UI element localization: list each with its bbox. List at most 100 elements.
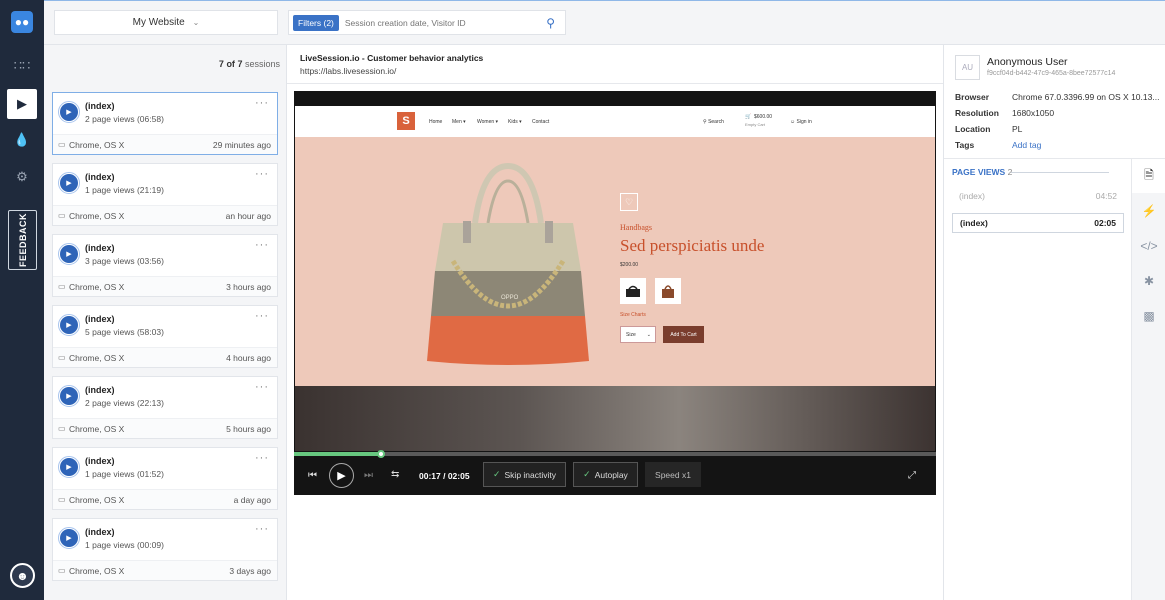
autoplay-toggle[interactable]: ✓ Autoplay — [573, 462, 638, 487]
session-pageviews: 1 page views (01:52) — [85, 469, 164, 479]
visitor-id: f9ccf04d-b442-47c9-465a-8bee72577c14 — [987, 70, 1116, 77]
repeat-icon[interactable]: ⇆ — [391, 469, 399, 480]
recorded-nav-item: Kids ▾ — [508, 119, 522, 125]
filters-button[interactable]: Filters (2) — [293, 14, 339, 31]
grid-icon[interactable]: ∷∷ — [0, 52, 44, 80]
document-icon[interactable]: 🗎 — [1132, 159, 1165, 193]
play-icon[interactable]: ▶ — [58, 527, 80, 549]
recorded-category: Handbags — [620, 223, 652, 232]
session-card[interactable]: ▶ (index) 1 page views (01:52) ··· ▭ Chrome, … — [52, 447, 278, 510]
session-footer: ▭ Chrome, OS X a day ago — [53, 489, 277, 509]
lightning-icon[interactable]: ⚡ — [1132, 194, 1165, 228]
play-button[interactable]: ▶ — [329, 463, 354, 488]
page-view-item[interactable]: (index) 04:52 — [952, 186, 1124, 206]
session-card[interactable]: ▶ (index) 2 page views (22:13) ··· ▭ Chrome, … — [52, 376, 278, 439]
playback-time: 00:17 / 02:05 — [419, 471, 470, 481]
more-icon[interactable]: ··· — [255, 452, 269, 464]
visitor-name: Anonymous User — [987, 56, 1068, 68]
recorded-price: $200.00 — [620, 262, 639, 268]
drop-icon[interactable]: 💧 — [0, 126, 44, 154]
user-icon[interactable]: ☻ — [10, 563, 35, 588]
search-input[interactable] — [344, 17, 535, 28]
player-panel: LiveSession.io - Customer behavior analy… — [287, 45, 943, 600]
voicemail-icon[interactable]: ●● — [11, 11, 33, 33]
monitor-icon: ▭ — [58, 495, 66, 504]
session-pageviews: 2 page views (22:13) — [85, 398, 164, 408]
session-browser: Chrome, OS X — [69, 566, 125, 576]
session-card[interactable]: ▶ (index) 3 page views (03:56) ··· ▭ Chrome, … — [52, 234, 278, 297]
session-pageviews: 2 page views (06:58) — [85, 114, 164, 124]
skip-inactivity-toggle[interactable]: ✓ Skip inactivity — [483, 462, 566, 487]
session-browser: Chrome, OS X — [69, 211, 125, 221]
session-pageviews: 5 page views (58:03) — [85, 327, 164, 337]
timeline-progress — [294, 452, 382, 456]
session-title: (index) — [85, 172, 115, 182]
chevron-down-icon: ⌄ — [192, 18, 200, 27]
signal-icon[interactable]: ▩ — [1132, 299, 1165, 333]
add-tag-link[interactable]: Add tag — [1012, 140, 1041, 150]
session-pageviews: 1 page views (00:09) — [85, 540, 164, 550]
handbag-image: OPPO — [427, 162, 589, 365]
thumbnail-image — [620, 278, 646, 304]
play-icon[interactable]: ▶ — [58, 243, 80, 265]
session-browser: Chrome, OS X — [69, 424, 125, 434]
monitor-icon: ▭ — [58, 566, 66, 575]
info-key: Browser — [955, 92, 990, 102]
detail-tabs: 🗎 ⚡ </> ✱ ▩ — [1131, 159, 1165, 600]
session-card[interactable]: ▶ (index) 2 page views (06:58) ··· ▭ Chrome, … — [52, 92, 278, 155]
timeline-handle[interactable] — [377, 450, 386, 458]
play-icon[interactable]: ▶ — [58, 314, 80, 336]
more-icon[interactable]: ··· — [255, 239, 269, 251]
recorded-nav-item: Women ▾ — [477, 119, 499, 125]
play-icon[interactable]: ▶ — [58, 385, 80, 407]
more-icon[interactable]: ··· — [255, 168, 269, 180]
play-icon[interactable]: ▶ — [58, 172, 80, 194]
feedback-button[interactable]: FEEDBACK — [8, 210, 37, 270]
page-view-item[interactable]: (index) 02:05 — [952, 213, 1124, 233]
session-card[interactable]: ▶ (index) 1 page views (00:09) ··· ▭ Chrome, … — [52, 518, 278, 581]
monitor-icon: ▭ — [58, 353, 66, 362]
more-icon[interactable]: ··· — [255, 523, 269, 535]
monitor-icon: ▭ — [58, 424, 66, 433]
website-label: My Website — [132, 17, 185, 28]
bug-icon[interactable]: ✱ — [1132, 264, 1165, 298]
website-select[interactable]: My Website ⌄ — [54, 10, 278, 35]
session-title: (index) — [85, 527, 115, 537]
recorded-cart-icon: 🛒 — [745, 114, 752, 120]
session-card[interactable]: ▶ (index) 1 page views (21:19) ··· ▭ Chrome, … — [52, 163, 278, 226]
recorded-site-logo: S — [397, 112, 415, 130]
info-key: Resolution — [955, 108, 999, 118]
fullscreen-icon[interactable]: ⤢ — [908, 470, 916, 481]
thumbnail-image — [655, 278, 681, 304]
check-icon: ✓ — [492, 469, 501, 479]
more-icon[interactable]: ··· — [255, 97, 269, 109]
more-icon[interactable]: ··· — [255, 381, 269, 393]
recorded-search: ⚲ Search — [703, 119, 724, 125]
video-icon[interactable]: ▶ — [7, 89, 37, 119]
skip-forward-icon[interactable]: ⏭ — [364, 470, 373, 481]
session-footer: ▭ Chrome, OS X an hour ago — [53, 205, 277, 225]
recorded-cart-amount: $600.00 — [754, 114, 773, 120]
play-icon[interactable]: ▶ — [58, 101, 80, 123]
session-footer: ▭ Chrome, OS X 5 hours ago — [53, 418, 277, 438]
play-icon[interactable]: ▶ — [58, 456, 80, 478]
search-icon[interactable]: ⚲ — [546, 16, 555, 30]
info-key: Location — [955, 124, 991, 134]
recorded-signin: ☺ Sign in — [790, 119, 812, 125]
session-browser: Chrome, OS X — [69, 140, 125, 150]
session-footer: ▭ Chrome, OS X 4 hours ago — [53, 347, 277, 367]
skip-back-icon[interactable]: ⏮ — [308, 470, 317, 481]
session-card[interactable]: ▶ (index) 5 page views (58:03) ··· ▭ Chrome, … — [52, 305, 278, 368]
timeline-slider[interactable] — [294, 450, 936, 458]
recorded-product-title: Sed perspiciatis unde — [620, 236, 765, 255]
gear-icon[interactable]: ⚙ — [0, 163, 44, 191]
speed-button[interactable]: Speed x1 — [645, 462, 701, 487]
player-controls: ⏮ ▶ ⏭ ⇆ 00:17 / 02:05 ✓ Skip inactivity ✓… — [294, 459, 936, 495]
page-views-header: PAGE VIEWS 2 — [952, 167, 1013, 177]
feedback-label: FEEDBACK — [17, 212, 28, 268]
info-value: 1680x1050 — [1012, 108, 1055, 118]
code-icon[interactable]: </> — [1132, 229, 1165, 263]
more-icon[interactable]: ··· — [255, 310, 269, 322]
divider — [1011, 172, 1109, 173]
recorded-size-select: Size ⌄ — [620, 326, 656, 343]
